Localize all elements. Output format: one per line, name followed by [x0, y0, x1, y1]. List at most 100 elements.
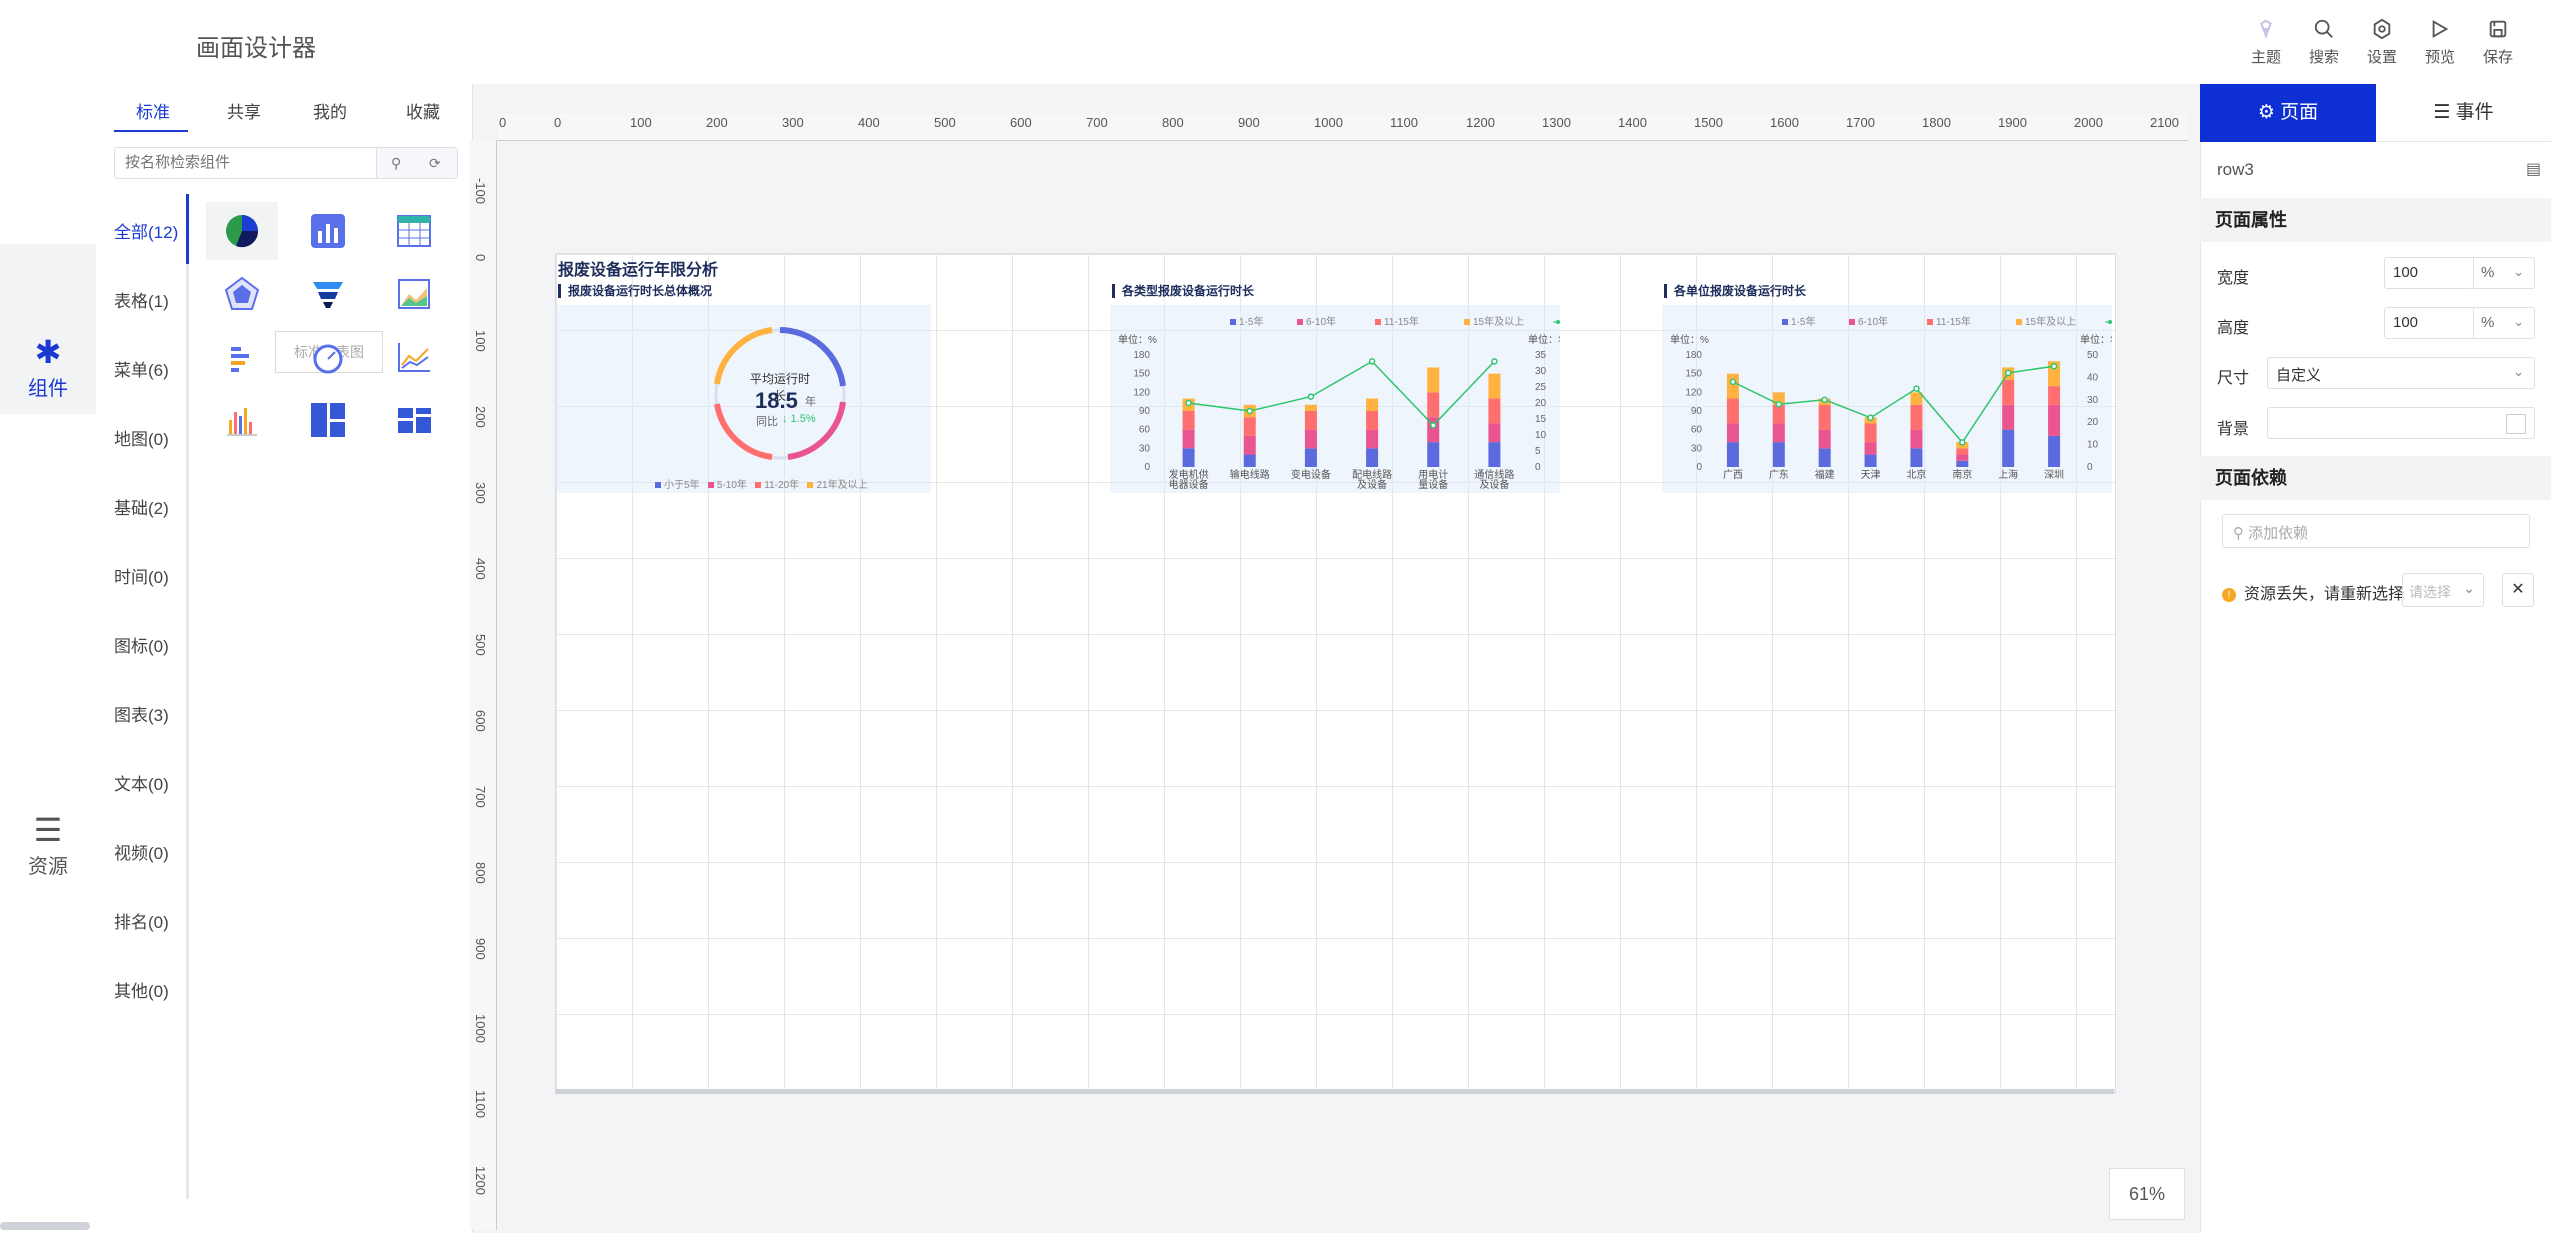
category-time[interactable]: 时间(0): [114, 563, 169, 588]
height-unit: %: [2481, 314, 2495, 331]
height-unit-select[interactable]: % ⌄: [2473, 307, 2535, 339]
avg-point: [1913, 385, 1920, 392]
x-tick-label: 天津: [1861, 469, 1881, 481]
bar-segment: [1243, 435, 1256, 455]
category-chart[interactable]: 图表(3): [114, 701, 169, 726]
legend-swatch: [655, 482, 661, 488]
dependency-select[interactable]: 请选择 ⌄: [2402, 573, 2484, 607]
size-label: 尺寸: [2217, 370, 2250, 387]
category-basic[interactable]: 基础(2): [114, 494, 169, 519]
layout-blocks-icon[interactable]: [378, 391, 450, 449]
radar-chart-icon[interactable]: [206, 265, 278, 323]
app-title: 画面设计器: [196, 35, 316, 62]
rail-scrollbar[interactable]: [0, 1222, 90, 1230]
search-icon[interactable]: ⚲: [391, 155, 401, 172]
ruler-label: 0: [499, 115, 507, 130]
zoom-indicator[interactable]: 61%: [2109, 1168, 2185, 1220]
legend-swatch: [707, 482, 714, 488]
area-chart-icon[interactable]: [378, 265, 450, 323]
category-video[interactable]: 视频(0): [114, 839, 169, 864]
panel3-title: 各单位报废设备运行时长: [1664, 284, 1806, 298]
document-icon[interactable]: ▤: [2526, 159, 2541, 179]
color-swatch[interactable]: [2506, 414, 2526, 434]
gauge-icon[interactable]: [292, 328, 364, 386]
x-tick-label: 及设备: [1357, 478, 1387, 491]
ruler-label: 1500: [1694, 115, 1723, 130]
tab-event[interactable]: ☰ 事件: [2376, 84, 2551, 142]
bar-segment: [1488, 442, 1501, 467]
pie-chart-icon[interactable]: [206, 202, 278, 260]
close-icon[interactable]: ✕: [2502, 573, 2534, 607]
size-select[interactable]: 自定义 ⌄: [2267, 357, 2535, 389]
legend-item: 15年及以上: [2025, 315, 2076, 328]
width-input[interactable]: 100: [2384, 257, 2474, 289]
y-tick-right: 0: [1535, 462, 1541, 473]
table-icon[interactable]: [378, 202, 450, 260]
tab-mine[interactable]: 我的: [313, 98, 347, 123]
y-tick-right: 20: [2087, 417, 2099, 428]
bar-segment: [1488, 373, 1501, 399]
ruler-label: 200: [706, 115, 728, 130]
rail-resources[interactable]: ☰ 资源: [0, 810, 96, 879]
search-button[interactable]: 搜索: [2296, 18, 2352, 67]
category-table[interactable]: 表格(1): [114, 287, 169, 312]
y-tick-right: 50: [2087, 350, 2099, 361]
category-rank[interactable]: 排名(0): [114, 908, 169, 933]
bar-chart-icon[interactable]: [292, 202, 364, 260]
save-button[interactable]: 保存: [2470, 18, 2526, 67]
preview-button[interactable]: 预览: [2412, 18, 2468, 67]
bar-segment: [1818, 448, 1831, 467]
search-input[interactable]: [123, 153, 377, 172]
horizontal-bar-icon[interactable]: [206, 328, 278, 386]
y-tick-right: 35: [1535, 350, 1547, 361]
avg-line: [1188, 360, 1495, 427]
tab-page[interactable]: ⚙ 页面: [2200, 84, 2376, 142]
gauge-unit: 年: [805, 396, 816, 408]
avg-point: [1775, 401, 1783, 408]
bar-segment: [1366, 429, 1379, 449]
y-tick-right: 40: [2087, 372, 2099, 383]
y-tick-left: 90: [1139, 406, 1151, 417]
layout-grid-icon[interactable]: [292, 391, 364, 449]
settings-button[interactable]: 设置: [2354, 18, 2410, 67]
category-icon[interactable]: 图标(0): [114, 632, 169, 657]
legend-item: 5-10年: [716, 480, 747, 491]
refresh-icon[interactable]: ⟳: [429, 155, 441, 172]
bar-segment: [1726, 423, 1739, 443]
category-menu[interactable]: 菜单(6): [114, 356, 169, 381]
tab-shared[interactable]: 共享: [227, 98, 261, 123]
ruler-label: 2100: [2150, 115, 2179, 130]
multi-bar-icon[interactable]: [206, 391, 278, 449]
category-text[interactable]: 文本(0): [114, 770, 169, 795]
background-picker[interactable]: [2267, 407, 2535, 439]
category-map[interactable]: 地图(0): [114, 425, 169, 450]
height-input[interactable]: 100: [2384, 307, 2474, 339]
dependency-search[interactable]: ⚲ 添加依赖: [2222, 514, 2530, 548]
y-tick-right: 10: [2087, 440, 2099, 451]
category-other[interactable]: 其他(0): [114, 977, 169, 1002]
tab-standard[interactable]: 标准: [136, 98, 170, 123]
ruler-label: 1000: [1314, 115, 1343, 130]
avg-point: [1368, 358, 1376, 365]
legend-swatch: [1297, 319, 1303, 325]
width-label: 宽度: [2217, 270, 2250, 287]
panel1-title: 报废设备运行时长总体概况: [558, 284, 712, 298]
preview-label: 预览: [2424, 49, 2455, 66]
bar-segment: [1956, 448, 1969, 455]
x-tick-label: 深圳: [2044, 469, 2064, 481]
bar-segment: [1864, 454, 1877, 467]
funnel-chart-icon[interactable]: [292, 265, 364, 323]
line-chart-icon[interactable]: [378, 328, 450, 386]
stage-scrollbar[interactable]: [555, 1089, 2114, 1094]
theme-button[interactable]: 主题: [2238, 18, 2294, 67]
avg-point: [2050, 362, 2058, 370]
category-all[interactable]: 全部(12): [114, 218, 178, 243]
tab-favorites[interactable]: 收藏: [406, 98, 440, 123]
bar-segment: [2002, 429, 2015, 467]
ruler-label: 300: [782, 115, 804, 130]
y-tick-left: 30: [1139, 443, 1151, 454]
ruler-label: 2000: [2074, 115, 2103, 130]
width-unit-select[interactable]: % ⌄: [2473, 257, 2535, 289]
rail-components[interactable]: ✱ 组件: [0, 244, 96, 414]
ruler-label: 100: [473, 330, 488, 352]
